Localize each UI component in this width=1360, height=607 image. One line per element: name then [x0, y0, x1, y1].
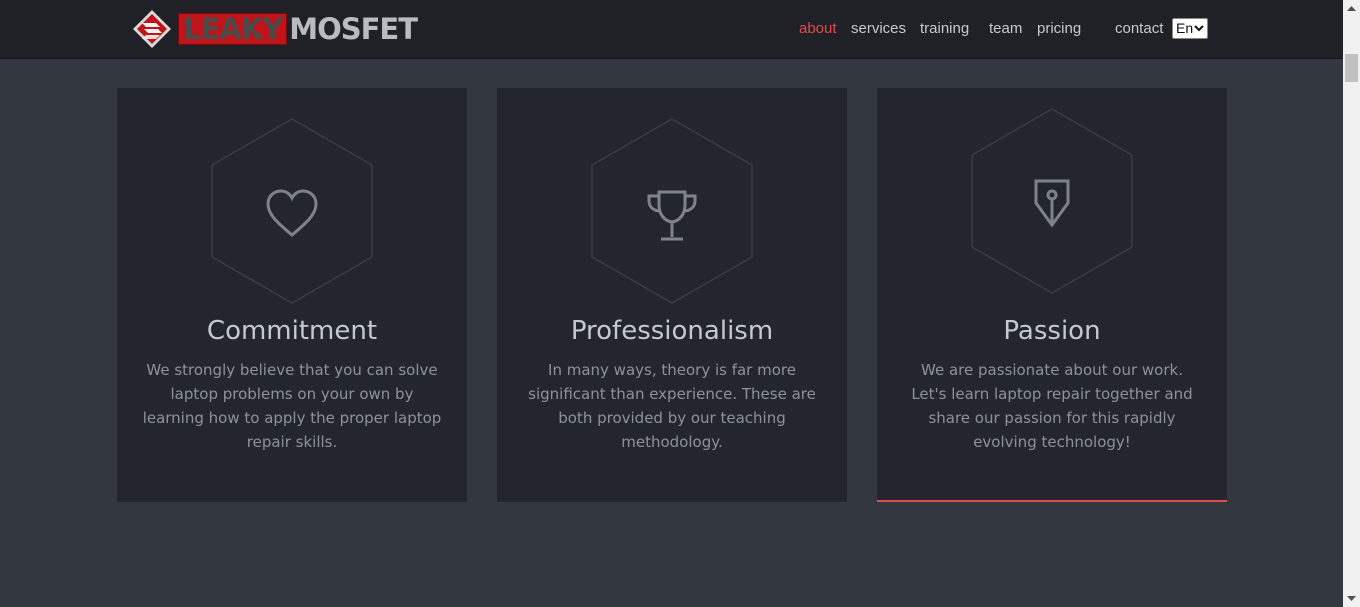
page: LEAKY MOSFET about services training tea… [0, 0, 1360, 607]
trophy-icon [647, 190, 697, 241]
nav-link-services[interactable]: services [851, 19, 906, 39]
scroll-down-arrow-icon[interactable] [1343, 590, 1360, 607]
value-card-commitment: Commitment We strongly believe that you … [117, 88, 467, 502]
scroll-up-arrow-icon[interactable] [1343, 0, 1360, 17]
card-title: Commitment [206, 316, 378, 346]
nav-link-training[interactable]: training [920, 19, 969, 39]
nav-link-pricing[interactable]: pricing [1037, 19, 1081, 39]
card-description: We are passionate about our work. Let's … [911, 361, 1193, 451]
card-title: Passion [1003, 316, 1101, 346]
value-card-passion: Passion We are passionate about our work… [877, 88, 1227, 502]
card-title: Professionalism [570, 316, 774, 346]
page-scrollbar[interactable] [1343, 0, 1360, 607]
main-nav: about services training team pricing con… [0, 0, 1343, 58]
pen-nib-icon [1034, 179, 1070, 228]
nav-link-team[interactable]: team [989, 19, 1022, 39]
nav-link-about[interactable]: about [799, 19, 837, 39]
nav-link-contact[interactable]: contact [1115, 19, 1163, 39]
card-description: We strongly believe that you can solve l… [142, 361, 442, 451]
site-header: LEAKY MOSFET about services training tea… [0, 0, 1343, 59]
value-card-professionalism: Professionalism In many ways, theory is … [497, 88, 847, 502]
language-select-value: En [1176, 20, 1194, 36]
scrollbar-thumb[interactable] [1345, 54, 1358, 82]
chevron-down-icon [1194, 25, 1204, 32]
card-description: In many ways, theory is far more signifi… [528, 361, 816, 451]
heart-icon [266, 189, 318, 237]
language-select[interactable]: En [1172, 18, 1208, 39]
